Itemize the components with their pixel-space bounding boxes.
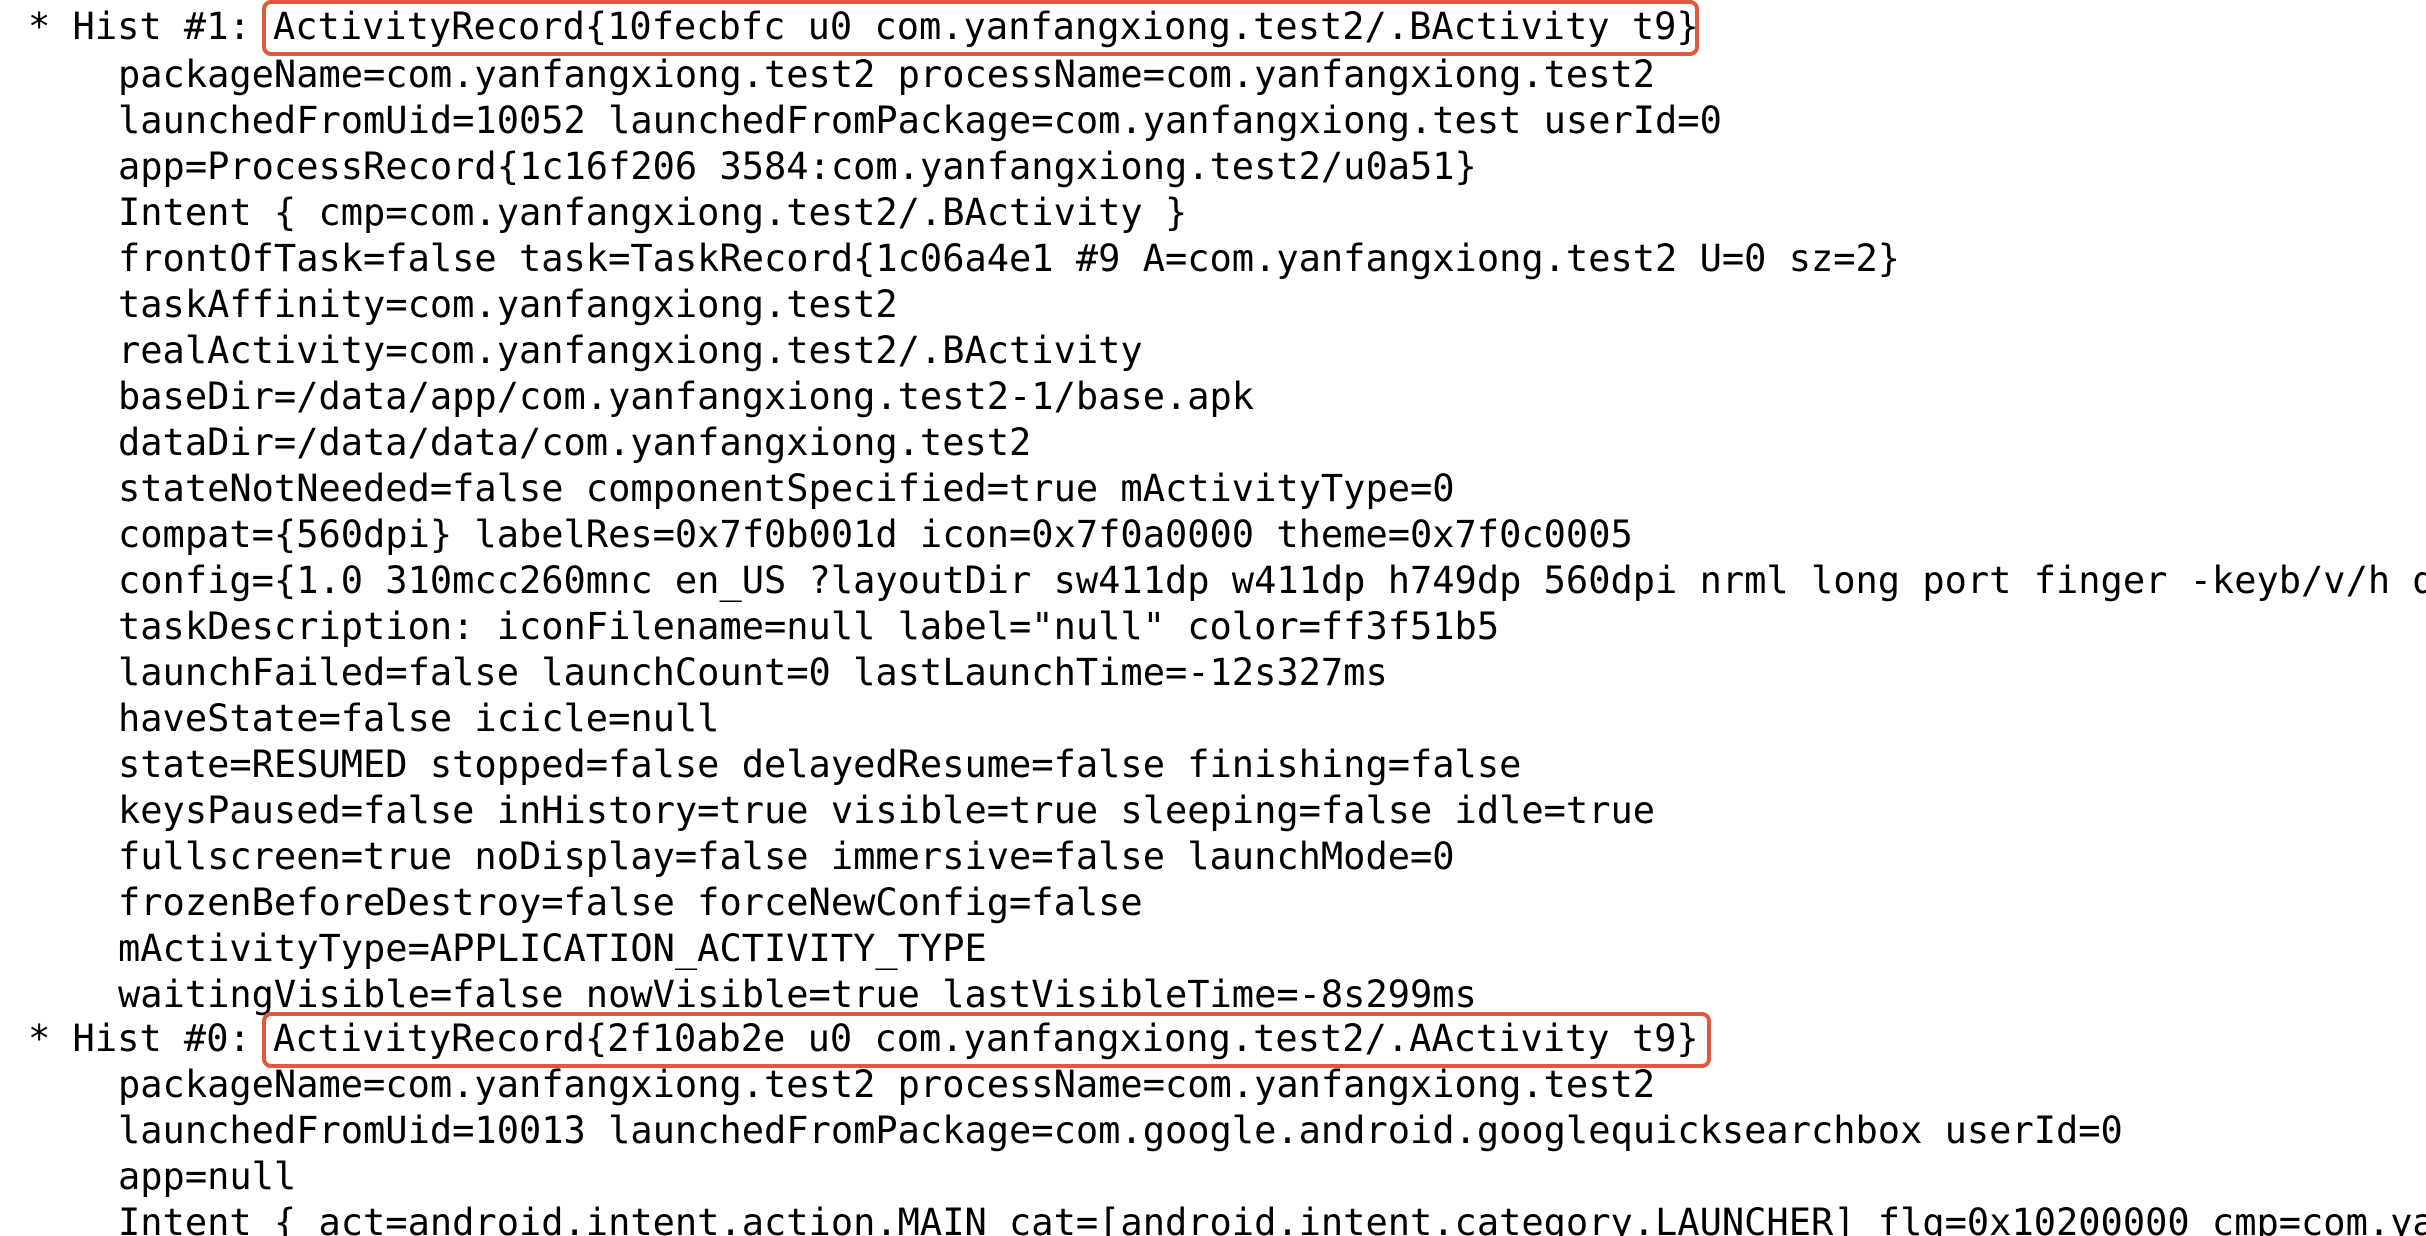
hist-1-line: frozenBeforeDestroy=false forceNewConfig… [118,881,1143,924]
hist-1-line: packageName=com.yanfangxiong.test2 proce… [118,53,1656,96]
hist-1-line: app=ProcessRecord{1c16f206 3584:com.yanf… [118,145,1477,188]
hist-1-line: launchedFromUid=10052 launchedFromPackag… [118,99,1722,142]
hist-1-line: state=RESUMED stopped=false delayedResum… [118,743,1522,786]
hist-1-line: launchFailed=false launchCount=0 lastLau… [118,651,1388,694]
hist-1-line: config={1.0 310mcc260mnc en_US ?layoutDi… [118,559,2426,602]
hist-1-line: mActivityType=APPLICATION_ACTIVITY_TYPE [118,927,987,970]
hist-1-activity-record: ActivityRecord{10fecbfc u0 com.yanfangxi… [273,5,1699,48]
hist-1-line: realActivity=com.yanfangxiong.test2/.BAc… [118,329,1143,372]
hist-0-line: app=null [118,1155,297,1198]
hist-0-line: Intent { act=android.intent.action.MAIN … [118,1201,2426,1236]
hist-1-line: haveState=false icicle=null [118,697,720,740]
hist-1-line: taskDescription: iconFilename=null label… [118,605,1500,648]
hist-1-line: taskAffinity=com.yanfangxiong.test2 [118,283,898,326]
hist-0-line: packageName=com.yanfangxiong.test2 proce… [118,1063,1656,1106]
hist-1-line: baseDir=/data/app/com.yanfangxiong.test2… [118,375,1255,418]
terminal-output: * Hist #1: ActivityRecord{10fecbfc u0 co… [0,0,2426,1236]
hist-1-prefix: * Hist #1: [28,5,274,48]
hist-0-prefix: * Hist #0: [28,1017,274,1060]
hist-1-line: compat={560dpi} labelRes=0x7f0b001d icon… [118,513,1633,556]
hist-0-line: launchedFromUid=10013 launchedFromPackag… [118,1109,2123,1152]
hist-1-line: stateNotNeeded=false componentSpecified=… [118,467,1455,510]
hist-1-line: fullscreen=true noDisplay=false immersiv… [118,835,1455,878]
hist-1-line: Intent { cmp=com.yanfangxiong.test2/.BAc… [118,191,1188,234]
hist-1-line: dataDir=/data/data/com.yanfangxiong.test… [118,421,1032,464]
hist-1-line: keysPaused=false inHistory=true visible=… [118,789,1656,832]
hist-1-line: frontOfTask=false task=TaskRecord{1c06a4… [118,237,1901,280]
hist-0-activity-record: ActivityRecord{2f10ab2e u0 com.yanfangxi… [273,1017,1699,1060]
